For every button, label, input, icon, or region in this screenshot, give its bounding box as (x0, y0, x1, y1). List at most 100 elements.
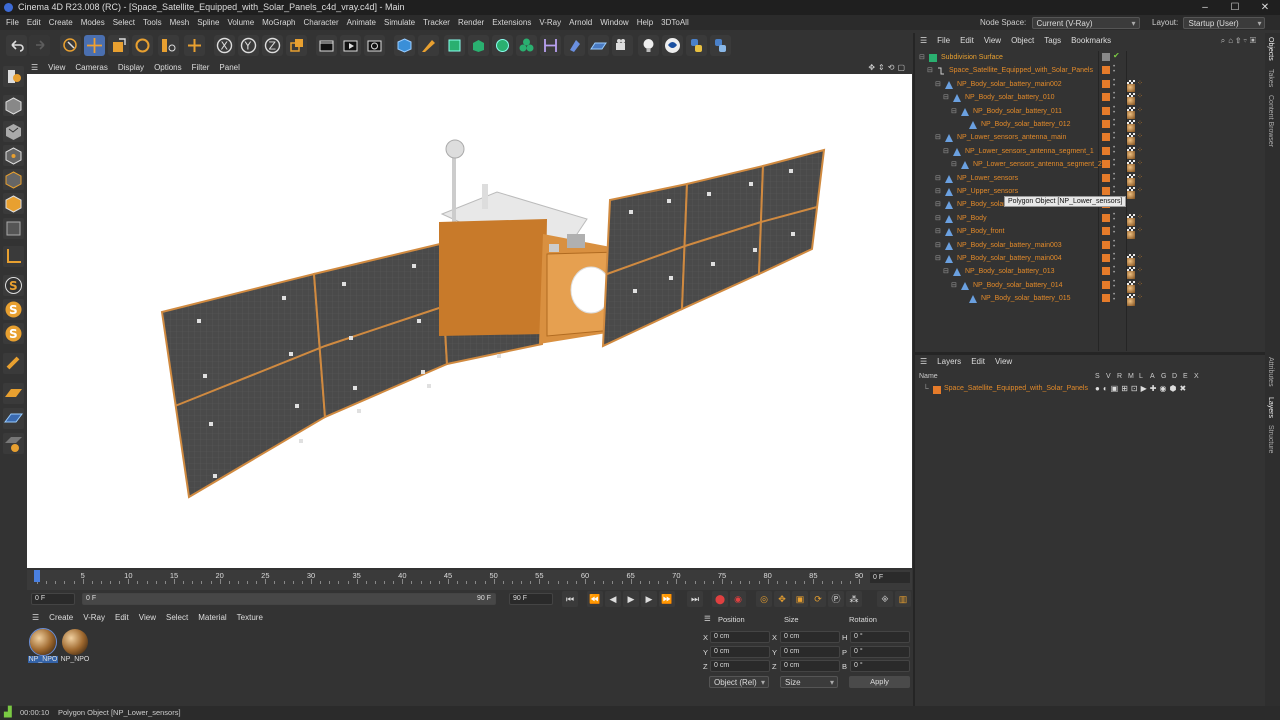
object-name[interactable]: NP_Body_solar_battery_013 (965, 265, 1055, 278)
viewport-menu-cameras[interactable]: Cameras (70, 61, 112, 74)
menu-spline[interactable]: Spline (193, 15, 223, 30)
texture-tag-icon[interactable]: ⁘ (1137, 267, 1143, 275)
layer-color-swatch[interactable] (1102, 280, 1110, 289)
object-tree-row[interactable]: ⊟ NP_Body_solar_battery_013 • • ⁘ (917, 265, 1265, 280)
render-settings-icon[interactable] (364, 35, 385, 56)
layer-color-swatch[interactable] (1102, 187, 1110, 195)
render-to-picture-viewer-icon[interactable] (340, 35, 361, 56)
menu-3dtoall[interactable]: 3DToAll (657, 15, 693, 30)
visibility-dots-icon[interactable]: •• (1113, 105, 1115, 116)
layer-color-swatch[interactable] (1102, 79, 1110, 88)
object-tree-row[interactable]: ⊟ NP_Body_solar_battery_main004 • • ⁘ (917, 252, 1265, 266)
enabled-check-icon[interactable]: ✔ (1113, 52, 1120, 60)
object-name[interactable]: NP_Body_solar_battery_main002 (957, 78, 1062, 91)
tab-attributes[interactable]: Attributes (1267, 357, 1274, 387)
object-tree-row[interactable]: ⊟ NP_Body_front • • ⁘ (917, 225, 1265, 240)
key-position-icon[interactable]: ✥ (774, 591, 790, 607)
frame-ruler[interactable]: 051015202530354045505560657075808590 (27, 570, 912, 584)
key-scale-icon[interactable]: ▣ (792, 591, 808, 607)
tree-expand-icon[interactable]: ⊟ (935, 212, 943, 222)
object-tree-row[interactable]: NP_Body_solar_battery_012 • • ⁘ (917, 118, 1265, 132)
layer-name[interactable]: Space_Satellite_Equipped_with_Solar_Pane… (944, 385, 1088, 392)
record-button[interactable]: ⬤ (712, 591, 728, 607)
tree-expand-icon[interactable]: ⊟ (943, 145, 951, 155)
object-name[interactable]: NP_Lower_sensors_antenna_main (957, 131, 1066, 144)
menu-file[interactable]: File (0, 15, 23, 30)
menu-mesh[interactable]: Mesh (166, 15, 194, 30)
subdivision-surface-icon[interactable] (444, 35, 465, 56)
key-pla-icon[interactable]: ⁂ (846, 591, 862, 607)
object-tree-row[interactable]: ⊟ NP_Body_solar_battery_014 • • ⁘ (917, 279, 1265, 293)
key-parameter-icon[interactable]: Ⓟ (828, 591, 844, 607)
redo-button[interactable] (29, 35, 50, 56)
object-menu-tags[interactable]: Tags (1039, 34, 1066, 48)
start-frame-field[interactable]: 0 F (31, 593, 75, 605)
object-tree-row[interactable]: NP_Body_solar_battery_015 • • ⁘ (917, 292, 1265, 307)
tree-expand-icon[interactable]: ⊟ (935, 252, 943, 262)
snap-icon[interactable]: S (3, 275, 24, 296)
node-space-select[interactable]: Current (V-Ray) (1031, 16, 1140, 29)
key-rotation-icon[interactable]: ⟳ (810, 591, 826, 607)
texture-tag-icon[interactable]: ⁘ (1137, 281, 1143, 289)
visibility-dots-icon[interactable]: •• (1113, 292, 1115, 303)
menu-mograph[interactable]: MoGraph (258, 15, 299, 30)
viewport-menu-panel[interactable]: Panel (214, 61, 244, 74)
object-tree-row[interactable]: ⊟ NP_Lower_sensors_antenna_segment_2 • • ⁘ (917, 158, 1265, 173)
texture-tag-icon[interactable]: ⁘ (1137, 187, 1143, 195)
y-axis-lock-icon[interactable]: Y (238, 35, 259, 56)
layer-color-swatch[interactable] (1102, 294, 1110, 303)
make-editable-icon[interactable] (3, 66, 24, 87)
layer-color-swatch[interactable] (1102, 120, 1110, 128)
material-menu-vray[interactable]: V-Ray (78, 611, 110, 624)
material-menu-select[interactable]: Select (161, 611, 193, 624)
tree-expand-icon[interactable]: ⊟ (951, 105, 959, 115)
end-frame-field[interactable]: 90 F (509, 593, 553, 605)
workplane-icon[interactable] (3, 383, 24, 404)
viewport-menu-filter[interactable]: Filter (187, 61, 215, 74)
material-panel-menu-icon[interactable]: ☰ (27, 611, 44, 624)
object-name[interactable]: NP_Body (957, 212, 987, 225)
vray-logo-icon[interactable] (662, 35, 683, 56)
deformer-icon[interactable] (540, 35, 561, 56)
menu-help[interactable]: Help (633, 15, 657, 30)
layer-color-swatch[interactable] (1102, 267, 1110, 276)
layout-select[interactable]: Startup (User) (1183, 16, 1266, 29)
tab-content-browser[interactable]: Content Browser (1267, 95, 1274, 147)
python-script-2-icon[interactable] (710, 35, 731, 56)
object-tree-row[interactable]: ⊟ NP_Body_solar_battery_main002 • • ⁘ (917, 78, 1265, 92)
viewport-panel-menu-icon[interactable]: ☰ (27, 61, 43, 74)
menu-modes[interactable]: Modes (77, 15, 109, 30)
layer-color-swatch[interactable] (1102, 240, 1110, 249)
object-name[interactable]: NP_Body_solar_battery_011 (973, 105, 1062, 118)
object-name[interactable]: NP_Body_solar (957, 198, 1006, 211)
object-menu-edit[interactable]: Edit (955, 34, 979, 48)
texture-tag-icon[interactable]: ⁘ (1137, 174, 1143, 182)
tree-expand-icon[interactable]: ⊟ (935, 78, 943, 88)
apply-button[interactable]: Apply (849, 676, 910, 688)
position-z-field[interactable]: 0 cm (710, 660, 770, 672)
quantize-icon[interactable]: S (3, 323, 24, 344)
object-tree-row[interactable]: ⊟ NP_Lower_sensors_antenna_main • • ⁘ (917, 131, 1265, 146)
visibility-dots-icon[interactable]: •• (1113, 91, 1115, 102)
object-name[interactable]: NP_Body_solar_battery_012 (981, 118, 1071, 131)
visibility-dots-icon[interactable]: •• (1113, 172, 1115, 183)
tree-expand-icon[interactable]: ⊟ (935, 225, 943, 235)
menu-tracker[interactable]: Tracker (419, 15, 454, 30)
next-key-button[interactable]: ⏩ (659, 591, 675, 607)
timeline-ruler[interactable]: 051015202530354045505560657075808590 0 F (27, 570, 912, 590)
object-name[interactable]: NP_Lower_sensors_antenna_segment_2 (973, 158, 1102, 171)
undo-button[interactable] (6, 35, 27, 56)
menu-simulate[interactable]: Simulate (380, 15, 419, 30)
axis-mode-icon[interactable] (3, 246, 24, 267)
rotation-h-field[interactable]: 0 ° (850, 631, 910, 643)
layer-color-swatch[interactable] (1102, 173, 1110, 182)
tree-expand-icon[interactable]: ⊟ (919, 51, 927, 61)
x-axis-lock-icon[interactable]: X (214, 35, 235, 56)
visibility-dots-icon[interactable]: •• (1113, 265, 1115, 276)
layer-color-swatch[interactable] (933, 386, 941, 394)
extrude-icon[interactable] (468, 35, 489, 56)
tree-expand-icon[interactable] (959, 118, 967, 126)
python-script-icon[interactable] (686, 35, 707, 56)
visibility-dots-icon[interactable]: •• (1113, 78, 1115, 89)
menu-volume[interactable]: Volume (223, 15, 258, 30)
